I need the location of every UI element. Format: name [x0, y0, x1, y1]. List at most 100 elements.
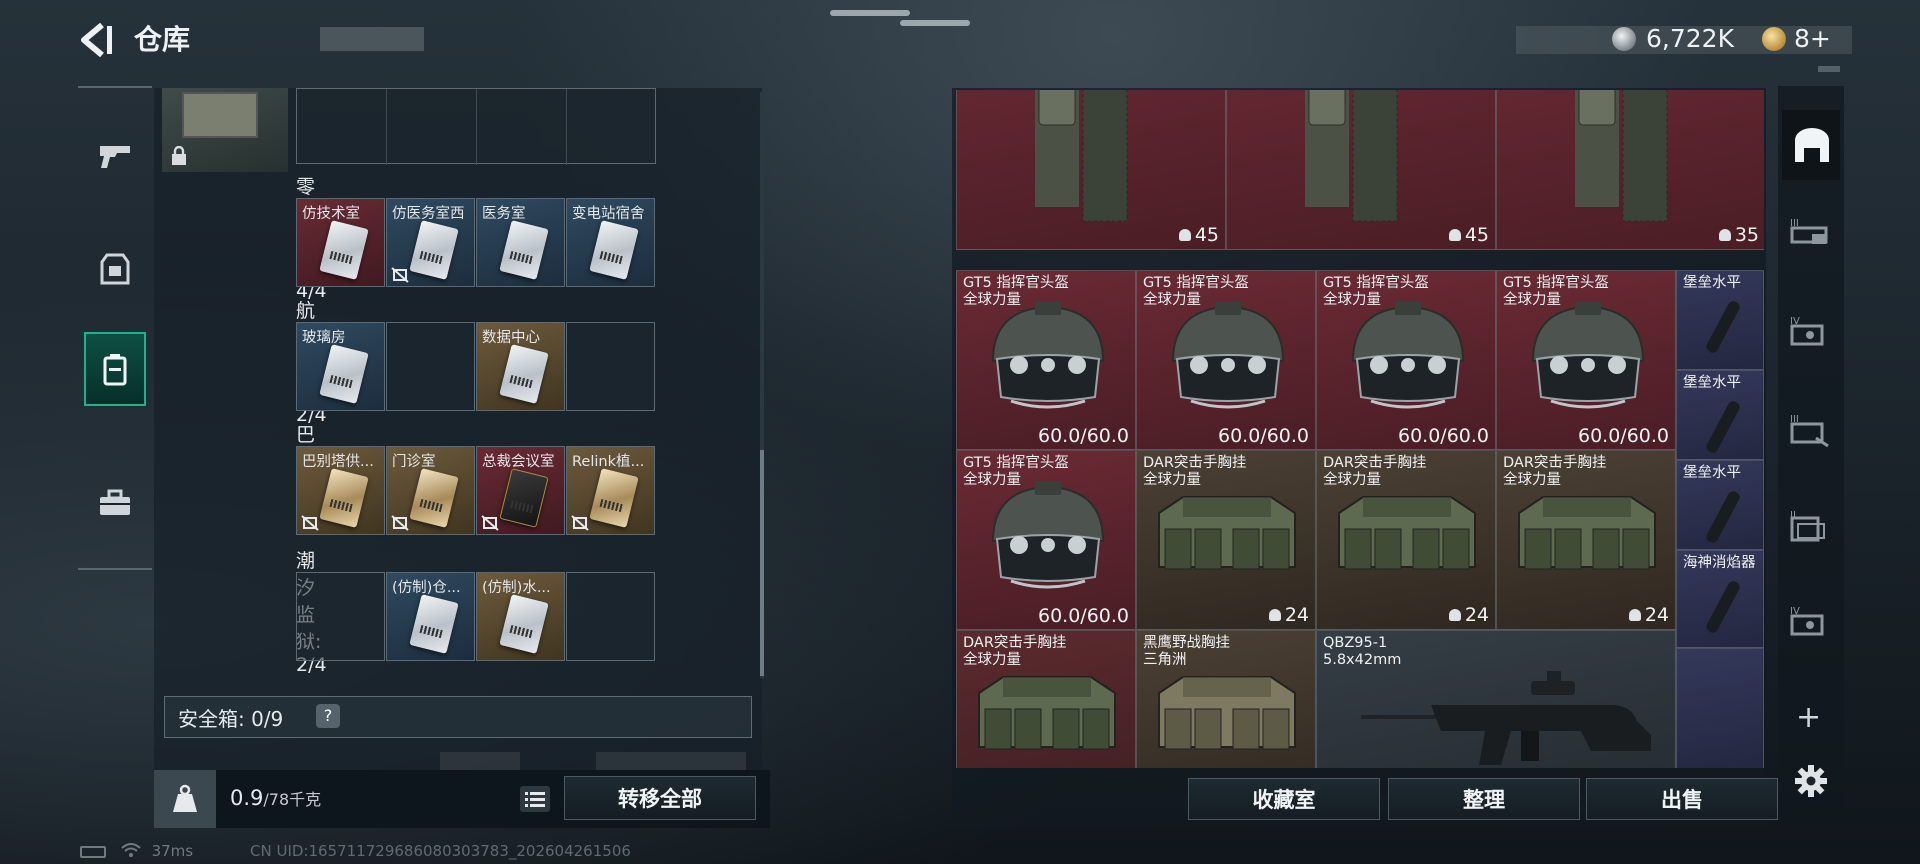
status-bar: 37ms — [80, 842, 193, 861]
help-icon[interactable]: ? — [316, 704, 340, 728]
durability-text: 60.0/60.0 — [1037, 425, 1129, 447]
shelf-tier3-icon[interactable]: III — [1786, 212, 1832, 252]
vest-item[interactable]: 黑鹰野战胸挂 三角洲 — [1136, 630, 1316, 768]
keycard-image — [499, 594, 549, 654]
tab-armor[interactable] — [84, 232, 146, 306]
weight-icon — [173, 784, 197, 812]
chest-rig-image — [1158, 676, 1296, 750]
keycard-slot[interactable]: 仿医务室西 — [386, 198, 475, 287]
title-decoration — [320, 27, 424, 51]
tab-toolbox[interactable] — [84, 466, 146, 540]
no-carry-icon — [481, 515, 499, 531]
vest-item[interactable]: DAR突击手胸挂 全球力量 24 — [1496, 450, 1676, 630]
keycard-slot[interactable]: (仿制)水... — [476, 572, 565, 661]
keycard-slot[interactable]: Relink植... — [566, 446, 655, 535]
suppressor-item[interactable]: 堡垒水平 — [1676, 370, 1764, 460]
gear-icon[interactable] — [1794, 764, 1828, 798]
shelf-tier2-icon[interactable]: II — [1786, 504, 1832, 544]
locked-container-slot[interactable] — [162, 88, 288, 172]
back-arrow-icon[interactable] — [76, 22, 116, 58]
gold-amount[interactable]: 8+ — [1794, 24, 1831, 53]
organize-button[interactable]: 整理 — [1388, 778, 1580, 820]
keycard-slot[interactable]: 玻璃房 — [296, 322, 385, 411]
add-icon[interactable]: + — [1796, 700, 1821, 735]
empty-slot[interactable] — [296, 572, 385, 661]
tool-storage-overview[interactable] — [1782, 110, 1840, 180]
item-count-value: 35 — [1734, 224, 1759, 246]
durability-icon — [1718, 229, 1731, 241]
keycard-slot[interactable]: 总裁会议室 — [476, 446, 565, 535]
keycard-slot[interactable]: 医务室 — [476, 198, 565, 287]
no-carry-icon — [391, 515, 409, 531]
keycard-slot[interactable]: 仿技术室 — [296, 198, 385, 287]
chest-rig-image — [1518, 496, 1656, 570]
scrollbar-thumb[interactable] — [760, 450, 764, 676]
suppressor-item[interactable]: 堡垒水平 — [1676, 270, 1764, 370]
item-count: 24 — [1628, 604, 1669, 626]
rail-divider-top — [78, 86, 152, 88]
keycard-slot[interactable]: 门诊室 — [386, 446, 475, 535]
pants-item[interactable]: 35 — [1496, 90, 1764, 250]
pants-item[interactable]: 45 — [956, 90, 1226, 250]
pants-image — [1305, 90, 1398, 222]
suppressor-item[interactable]: 堡垒水平 — [1676, 460, 1764, 550]
shelf-tier4b-icon[interactable]: IV — [1786, 600, 1832, 640]
sell-button[interactable]: 出售 — [1586, 778, 1778, 820]
helmet-image — [1351, 301, 1465, 409]
rail-divider-bottom — [78, 568, 152, 570]
tab-backpack[interactable] — [84, 332, 146, 406]
keycard-name: 医务室 — [482, 206, 526, 222]
ping-text: 37ms — [151, 842, 194, 860]
keycard-slot[interactable]: 巴别塔供... — [296, 446, 385, 535]
helmet-item[interactable]: GT5 指挥官头盔 全球力量 60.0/60.0 — [956, 270, 1136, 450]
helmet-item[interactable]: GT5 指挥官头盔 全球力量 60.0/60.0 — [1136, 270, 1316, 450]
vest-item[interactable]: DAR突击手胸挂 全球力量 24 — [1316, 450, 1496, 630]
keycard-image — [589, 220, 639, 280]
chest-rig-image — [978, 676, 1116, 750]
keycard-image — [589, 468, 639, 528]
shelf-tier4-icon[interactable]: IV — [1786, 310, 1832, 350]
keycard-image — [319, 220, 369, 280]
suppressor-image — [1706, 491, 1740, 543]
rifle-item[interactable]: QBZ95-1 5.8x42mm — [1316, 630, 1676, 768]
tab-weapons[interactable] — [84, 118, 146, 192]
keycard-image — [499, 220, 549, 280]
rail-indicator — [1818, 66, 1840, 72]
vest-item[interactable]: DAR突击手胸挂 全球力量 — [956, 630, 1136, 768]
wifi-icon — [121, 842, 141, 861]
empty-slot[interactable] — [566, 572, 655, 661]
helmet-image — [1171, 301, 1285, 409]
suppressor-image — [1706, 581, 1740, 633]
armor-icon — [100, 253, 130, 285]
empty-slot[interactable] — [566, 322, 655, 411]
keycard-name: 门诊室 — [392, 454, 436, 470]
keycard-name: 数据中心 — [482, 330, 540, 346]
chest-rig-image — [1158, 496, 1296, 570]
helmet-item[interactable]: GT5 指挥官头盔 全球力量 60.0/60.0 — [956, 450, 1136, 630]
container-grid-partial[interactable] — [296, 88, 656, 165]
pants-item[interactable]: 45 — [1226, 90, 1496, 250]
helmet-image — [991, 301, 1105, 409]
helmet-item[interactable]: GT5 指挥官头盔 全球力量 60.0/60.0 — [1316, 270, 1496, 450]
durability-text: 60.0/60.0 — [1037, 605, 1129, 627]
durability-icon — [1448, 229, 1461, 241]
helmet-item[interactable]: GT5 指挥官头盔 全球力量 60.0/60.0 — [1496, 270, 1676, 450]
keycard-name: (仿制)仓... — [392, 580, 461, 596]
rifle-image — [1361, 671, 1651, 765]
collection-room-button[interactable]: 收藏室 — [1188, 778, 1380, 820]
keycard-slot[interactable]: 变电站宿舍 — [566, 198, 655, 287]
transfer-all-button[interactable]: 转移全部 — [564, 776, 756, 820]
suppressor-image — [1706, 301, 1740, 353]
keycard-slot[interactable]: 数据中心 — [476, 322, 565, 411]
keycard-slot[interactable]: (仿制)仓... — [386, 572, 475, 661]
empty-slot[interactable] — [386, 322, 475, 411]
vest-item[interactable]: DAR突击手胸挂 全球力量 24 — [1136, 450, 1316, 630]
empty-slot[interactable] — [1676, 648, 1764, 768]
list-view-icon[interactable] — [520, 786, 550, 812]
item-count-value: 45 — [1194, 224, 1219, 246]
battery-icon — [80, 845, 106, 858]
shelf-tier3b-icon[interactable]: III — [1786, 408, 1832, 448]
uid-text: CN UID:165711729686080303783_20260426150… — [250, 842, 631, 860]
page-title: 仓库 — [134, 23, 191, 56]
suppressor-item[interactable]: 海神消焰器 — [1676, 550, 1764, 648]
